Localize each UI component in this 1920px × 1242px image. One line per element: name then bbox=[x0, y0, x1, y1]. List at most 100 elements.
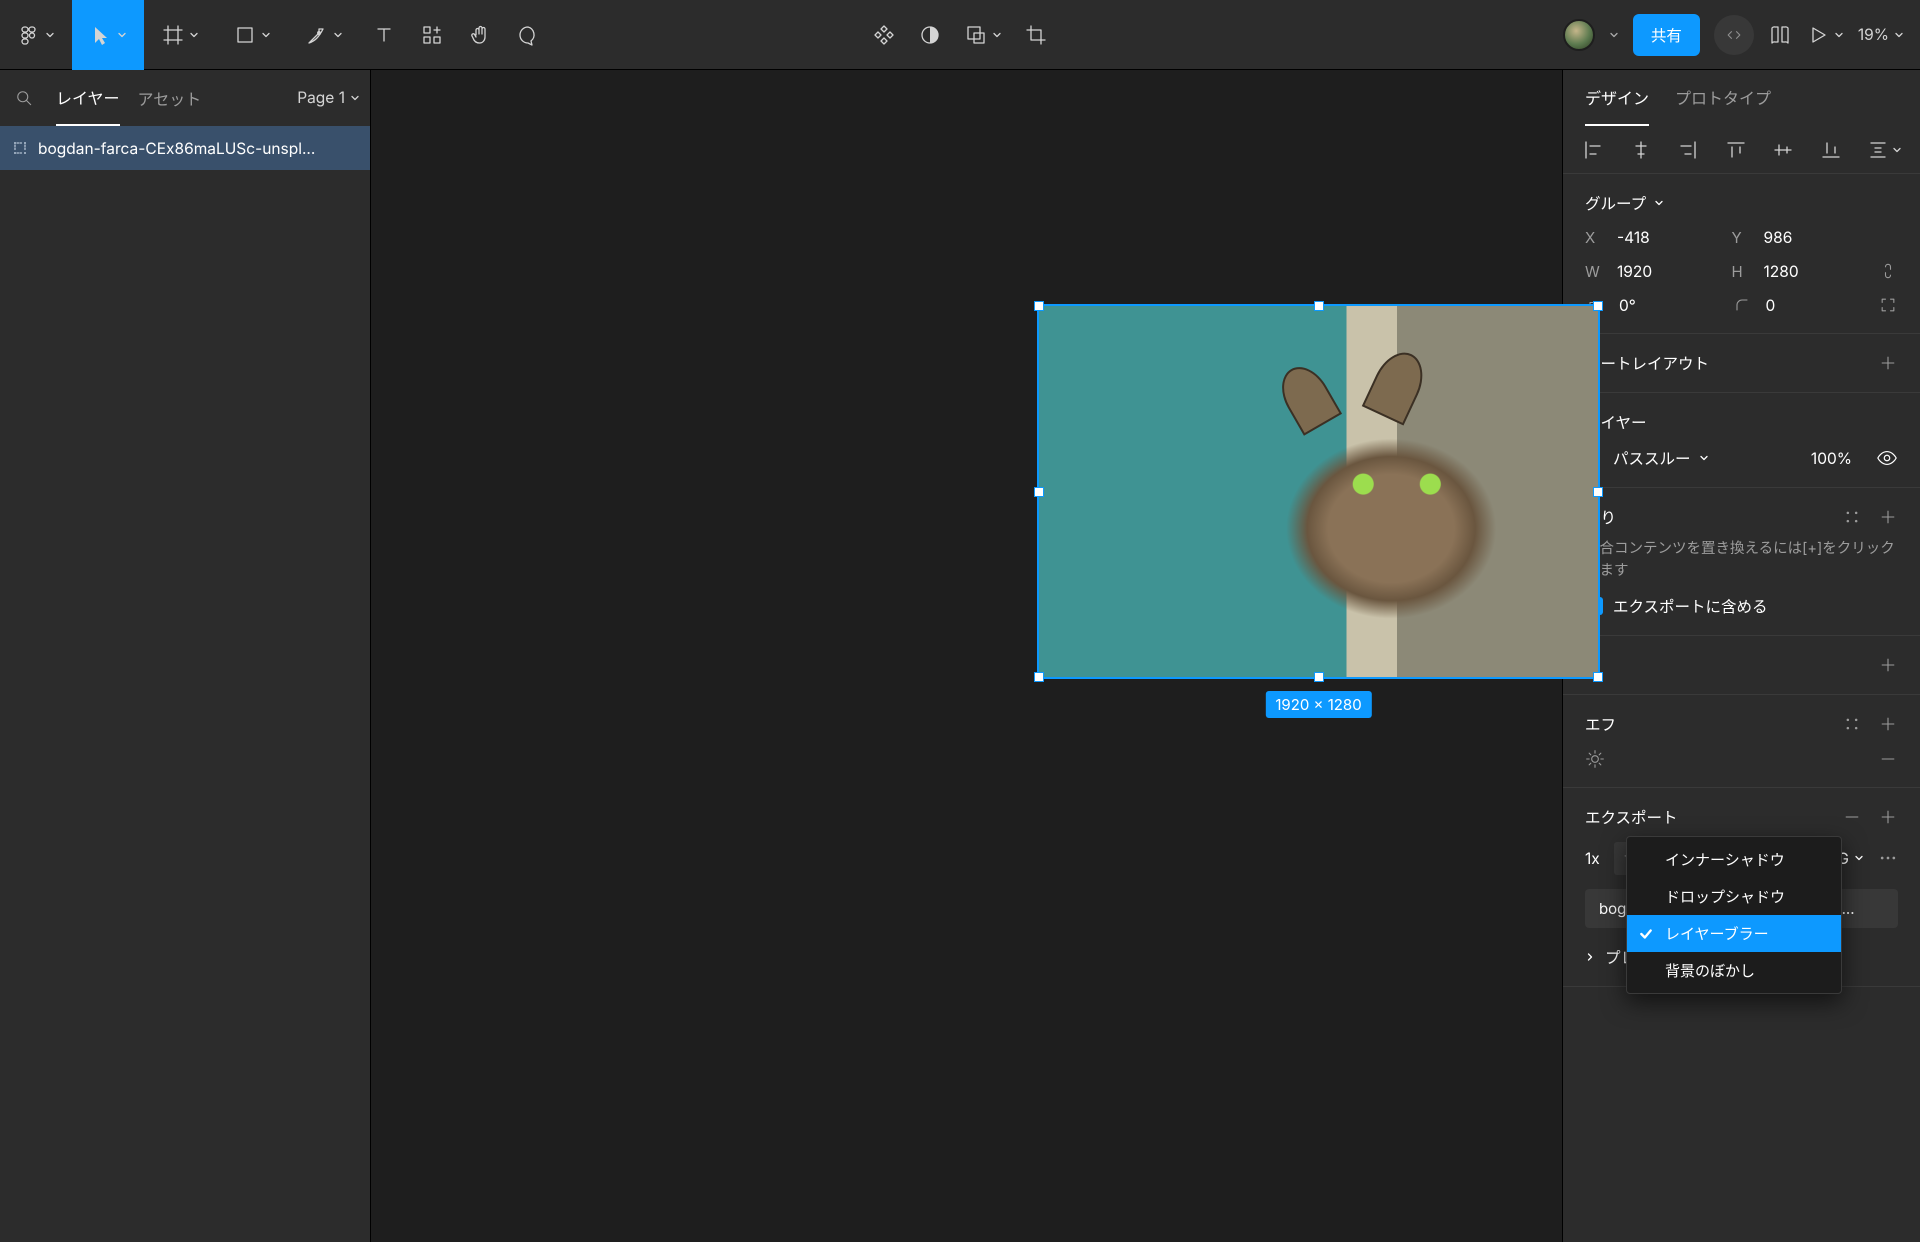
add-effect-icon[interactable] bbox=[1878, 714, 1898, 734]
text-tool[interactable] bbox=[360, 0, 408, 70]
present-button[interactable] bbox=[1806, 0, 1844, 70]
group-dropdown[interactable]: グループ bbox=[1585, 192, 1898, 214]
h-field[interactable]: H1280 bbox=[1732, 262, 1857, 281]
page-label: Page 1 bbox=[297, 88, 345, 107]
layer-section-label: レイヤー bbox=[1585, 411, 1898, 433]
tab-design[interactable]: デザイン bbox=[1585, 70, 1649, 126]
add-export-icon[interactable] bbox=[1878, 807, 1898, 827]
move-tool[interactable] bbox=[72, 0, 144, 70]
toolbar-right-group: 共有 19% bbox=[1563, 0, 1920, 70]
align-left-icon[interactable] bbox=[1581, 138, 1605, 162]
visibility-icon[interactable] bbox=[1876, 447, 1898, 469]
resize-handle-bl[interactable] bbox=[1034, 672, 1044, 682]
share-button[interactable]: 共有 bbox=[1633, 14, 1700, 56]
resources-tool[interactable] bbox=[408, 0, 456, 70]
effect-option-inner-shadow[interactable]: インナーシャドウ bbox=[1627, 841, 1841, 878]
comment-tool[interactable] bbox=[504, 0, 552, 70]
rotation-field[interactable]: 0° bbox=[1585, 295, 1710, 315]
export-scale[interactable]: 1x bbox=[1585, 849, 1600, 868]
zoom-dropdown[interactable]: 19% bbox=[1858, 25, 1904, 44]
check-icon bbox=[1639, 927, 1653, 941]
avatar-chevron-icon[interactable] bbox=[1609, 30, 1619, 40]
group-icon bbox=[12, 140, 28, 156]
selection-dimensions: 1920 × 1280 bbox=[1265, 691, 1371, 718]
w-field[interactable]: W1920 bbox=[1585, 262, 1710, 281]
stroke-section: 線 bbox=[1563, 636, 1920, 695]
export-label: エクスポート bbox=[1585, 806, 1678, 828]
resize-handle-br[interactable] bbox=[1593, 672, 1603, 682]
tab-layers[interactable]: レイヤー bbox=[56, 70, 120, 126]
main-toolbar: 共有 19% bbox=[0, 0, 1920, 70]
left-panel: レイヤー アセット Page 1 bogdan-farca-CEx86maLUS… bbox=[0, 70, 371, 1242]
canvas[interactable]: 1920 × 1280 bbox=[371, 70, 1562, 1242]
frame-tool[interactable] bbox=[144, 0, 216, 70]
inspector-panel: デザイン プロトタイプ グループ X-418 Y986 bbox=[1562, 70, 1920, 1242]
resize-handle-b[interactable] bbox=[1314, 672, 1324, 682]
selected-image[interactable]: 1920 × 1280 bbox=[1037, 304, 1600, 679]
tab-assets[interactable]: アセット bbox=[138, 70, 202, 126]
effects-dropdown-menu: インナーシャドウ ドロップシャドウ レイヤーブラー 背景のぼかし bbox=[1626, 836, 1842, 994]
effect-option-background-blur[interactable]: 背景のぼかし bbox=[1627, 952, 1841, 989]
opacity-field[interactable]: 100% bbox=[1811, 449, 1852, 468]
figma-menu[interactable] bbox=[0, 0, 72, 70]
left-panel-tabs: レイヤー アセット Page 1 bbox=[0, 70, 370, 126]
remove-export-icon[interactable] bbox=[1842, 807, 1862, 827]
effect-option-layer-blur[interactable]: レイヤーブラー bbox=[1627, 915, 1841, 952]
dev-mode-button[interactable] bbox=[1714, 15, 1754, 55]
independent-corners-icon[interactable] bbox=[1878, 295, 1898, 315]
add-fill-icon[interactable] bbox=[1878, 507, 1898, 527]
remove-effect-icon[interactable] bbox=[1878, 749, 1898, 769]
mask-icon[interactable] bbox=[918, 0, 942, 70]
avatar[interactable] bbox=[1563, 19, 1595, 51]
layer-name: bogdan-farca-CEx86maLUSc-unspl... bbox=[38, 139, 315, 158]
y-field[interactable]: Y986 bbox=[1732, 228, 1857, 247]
align-right-icon[interactable] bbox=[1676, 138, 1700, 162]
page-dropdown[interactable]: Page 1 bbox=[297, 88, 360, 107]
layer-section: レイヤー パススルー 100% bbox=[1563, 393, 1920, 488]
crop-icon[interactable] bbox=[1024, 0, 1048, 70]
layer-item[interactable]: bogdan-farca-CEx86maLUSc-unspl... bbox=[0, 126, 370, 170]
toolbar-center-group bbox=[872, 0, 1048, 70]
search-icon[interactable] bbox=[10, 84, 38, 112]
align-bottom-icon[interactable] bbox=[1819, 138, 1843, 162]
include-in-export-checkbox[interactable]: エクスポートに含める bbox=[1585, 595, 1898, 617]
fill-section: 塗り 混合コンテンツを置き換えるには[+]をクリックします エクスポートに含める bbox=[1563, 488, 1920, 636]
radius-field[interactable]: 0 bbox=[1732, 295, 1857, 315]
alignment-row bbox=[1563, 126, 1920, 174]
effects-style-icon[interactable] bbox=[1842, 714, 1862, 734]
export-options-icon[interactable] bbox=[1878, 848, 1898, 868]
library-icon[interactable] bbox=[1768, 0, 1792, 70]
boolean-tool[interactable] bbox=[964, 0, 1002, 70]
fill-style-icon[interactable] bbox=[1842, 507, 1862, 527]
position-section: グループ X-418 Y986 W1920 H1280 0° 0 bbox=[1563, 174, 1920, 334]
effect-option-drop-shadow[interactable]: ドロップシャドウ bbox=[1627, 878, 1841, 915]
main-area: レイヤー アセット Page 1 bogdan-farca-CEx86maLUS… bbox=[0, 70, 1920, 1242]
autolayout-label: オートレイアウト bbox=[1585, 352, 1709, 374]
resize-handle-t[interactable] bbox=[1314, 301, 1324, 311]
add-stroke-icon[interactable] bbox=[1878, 655, 1898, 675]
effects-label: エフ bbox=[1585, 713, 1616, 735]
inspector-tabs: デザイン プロトタイプ bbox=[1563, 70, 1920, 126]
effect-settings-icon[interactable] bbox=[1585, 749, 1605, 769]
align-hcenter-icon[interactable] bbox=[1629, 138, 1653, 162]
components-icon[interactable] bbox=[872, 0, 896, 70]
tab-prototype[interactable]: プロトタイプ bbox=[1675, 70, 1771, 126]
hand-tool[interactable] bbox=[456, 0, 504, 70]
align-top-icon[interactable] bbox=[1724, 138, 1748, 162]
autolayout-section: オートレイアウト bbox=[1563, 334, 1920, 393]
resize-handle-tl[interactable] bbox=[1034, 301, 1044, 311]
distribute-dropdown[interactable] bbox=[1866, 138, 1902, 162]
effects-section: エフ bbox=[1563, 695, 1920, 788]
shape-tool[interactable] bbox=[216, 0, 288, 70]
zoom-value: 19% bbox=[1858, 25, 1889, 44]
resize-handle-l[interactable] bbox=[1034, 487, 1044, 497]
align-vcenter-icon[interactable] bbox=[1771, 138, 1795, 162]
fill-hint: 混合コンテンツを置き換えるには[+]をクリックします bbox=[1585, 538, 1898, 583]
constrain-proportions-icon[interactable] bbox=[1878, 261, 1898, 281]
resize-handle-r[interactable] bbox=[1593, 487, 1603, 497]
pen-tool[interactable] bbox=[288, 0, 360, 70]
add-autolayout-icon[interactable] bbox=[1878, 353, 1898, 373]
blend-mode-dropdown[interactable]: パススルー bbox=[1613, 447, 1709, 469]
x-field[interactable]: X-418 bbox=[1585, 228, 1710, 247]
resize-handle-tr[interactable] bbox=[1593, 301, 1603, 311]
